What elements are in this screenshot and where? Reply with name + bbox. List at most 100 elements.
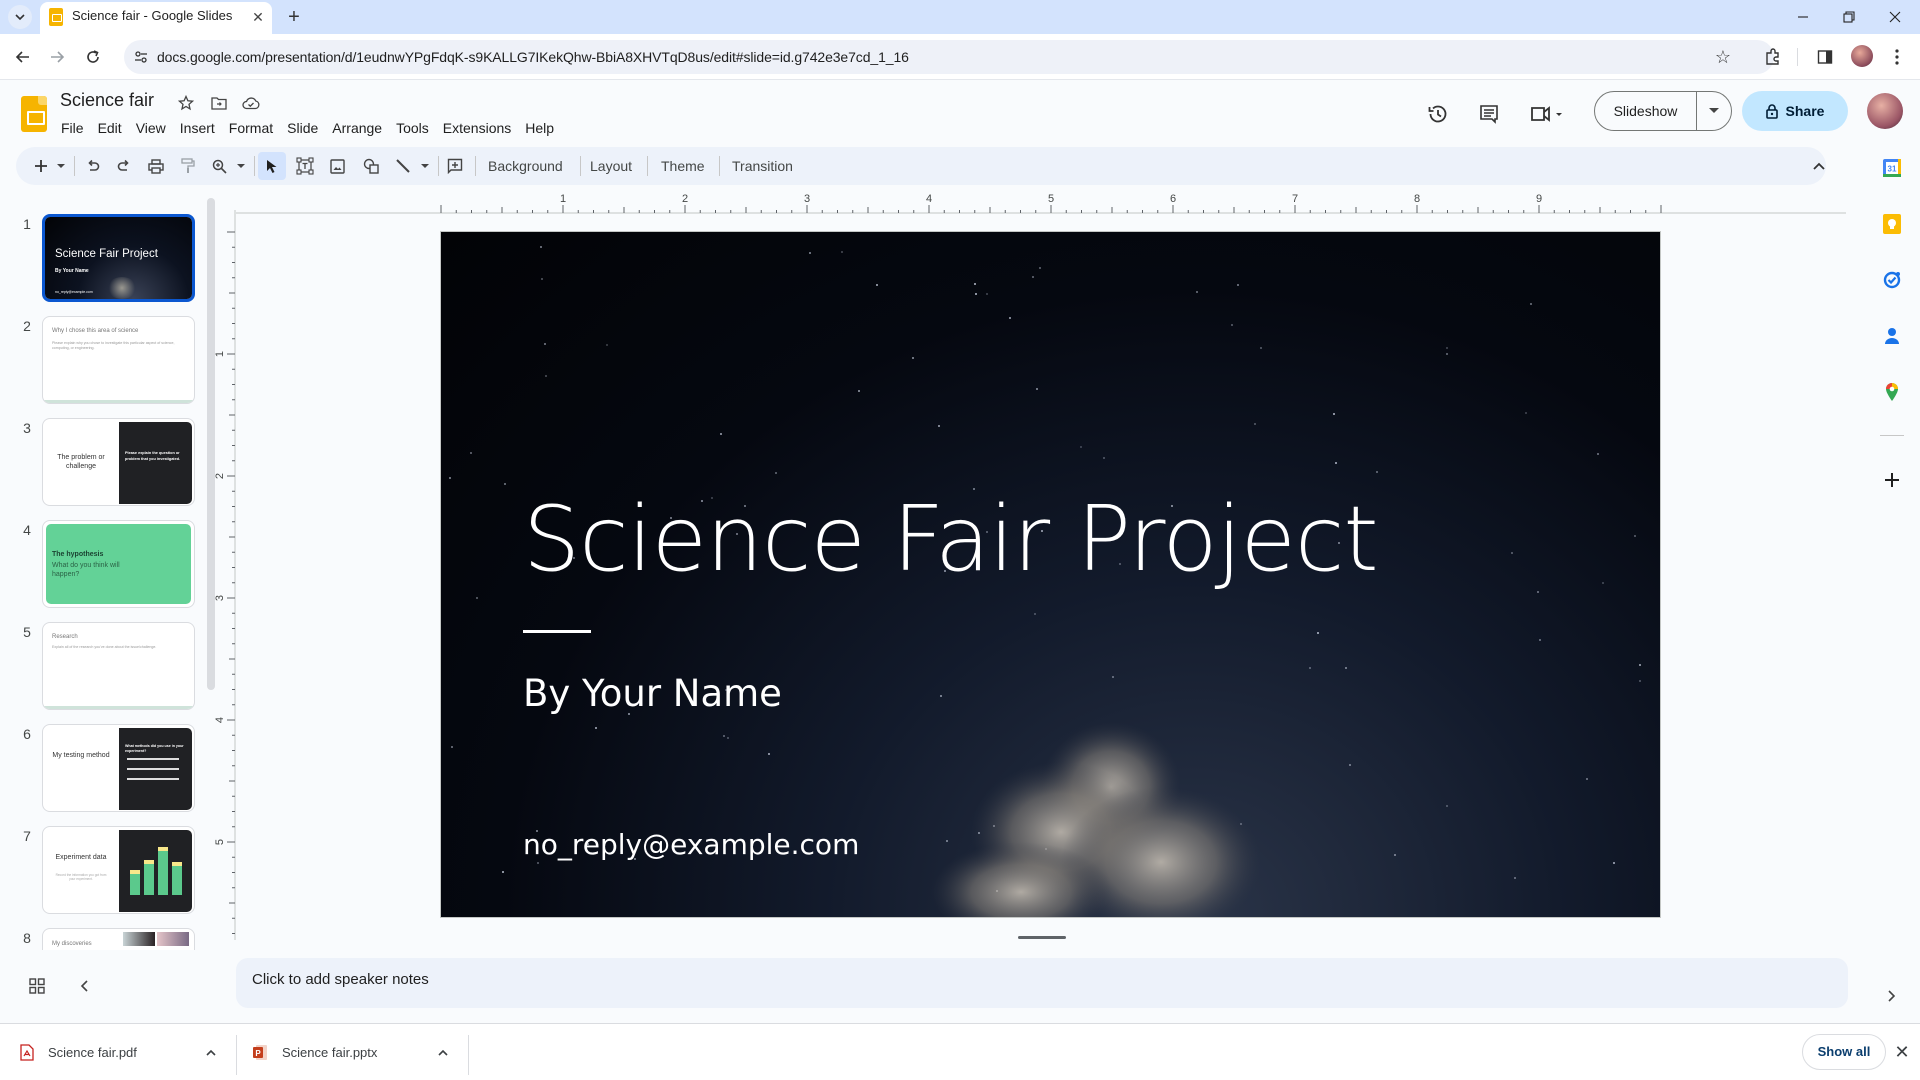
show-side-panel-button[interactable] [1880,984,1904,1008]
menu-insert[interactable]: Insert [173,118,222,138]
slide-thumbnail-5[interactable]: Research Explain all of the research you… [42,622,195,710]
slideshow-options-button[interactable] [1697,108,1731,114]
background-button[interactable]: Background [482,152,569,180]
show-all-downloads-button[interactable]: Show all [1802,1034,1886,1070]
slide-thumbnail-1[interactable]: Science Fair Project By Your Name no_rep… [42,214,195,302]
zoom-button[interactable] [208,152,230,180]
star-dot [911,357,914,360]
star-dot [1230,324,1233,327]
select-tool-button[interactable] [258,152,286,180]
meet-button[interactable] [1522,96,1572,132]
menu-arrange[interactable]: Arrange [325,118,389,138]
maps-app-button[interactable] [1878,378,1906,406]
slide-thumbnail-3[interactable]: The problem or challenge Please explain … [42,418,195,506]
grid-view-button[interactable] [24,973,50,999]
download-options-button[interactable] [206,1049,216,1056]
slide-thumbnail-8[interactable]: My discoveries [42,928,195,950]
menu-tools[interactable]: Tools [389,118,436,138]
url-text[interactable]: docs.google.com/presentation/d/1eudnwYPg… [157,49,909,65]
redo-button[interactable] [113,152,135,180]
comments-button[interactable] [1471,96,1507,132]
download-options-button[interactable] [438,1049,448,1056]
layout-button[interactable]: Layout [584,152,638,180]
close-window-button[interactable] [1872,0,1918,34]
menu-edit[interactable]: Edit [91,118,129,138]
site-info-button[interactable] [131,47,151,67]
text-box-button[interactable] [293,152,317,180]
menu-slide[interactable]: Slide [280,118,325,138]
browser-menu-button[interactable] [1884,44,1910,70]
menu-view[interactable]: View [129,118,173,138]
new-tab-button[interactable]: + [282,5,306,29]
reload-button[interactable] [78,42,108,72]
zoom-dropdown[interactable] [234,152,248,180]
move-button[interactable] [209,93,229,113]
slides-logo-icon[interactable] [21,96,47,132]
menu-help[interactable]: Help [518,118,561,138]
slide-title[interactable]: Science Fair Project [523,487,1379,592]
slide-email[interactable]: no_reply@example.com [523,828,859,861]
keep-app-button[interactable] [1878,210,1906,238]
bookmark-star-icon[interactable]: ☆ [1712,46,1734,68]
star-icon [178,95,194,111]
menu-format[interactable]: Format [222,118,280,138]
line-tool-button[interactable] [392,152,414,180]
menu-file[interactable]: File [54,118,91,138]
calendar-app-button[interactable]: 31 [1878,154,1906,182]
undo-button[interactable] [82,152,104,180]
line-dropdown[interactable] [418,152,432,180]
tasks-app-button[interactable] [1878,266,1906,294]
paint-format-button[interactable] [177,152,199,180]
zoom-in-icon [212,159,227,174]
slide-canvas[interactable]: Science Fair Project By Your Name no_rep… [441,232,1660,917]
add-comment-button[interactable] [444,152,466,180]
star-dot [775,471,778,474]
get-addons-button[interactable] [1878,466,1906,494]
slideshow-button[interactable]: Slideshow [1594,91,1732,131]
download-item-pdf[interactable]: Science fair.pdf [20,1033,220,1071]
slide-thumbnail-7[interactable]: Experiment data Record the information y… [42,826,195,914]
thumb-body: Record the information you got from your… [55,873,107,881]
cursor-arrow-icon [267,159,277,173]
browser-profile-avatar[interactable] [1851,45,1873,67]
new-slide-button[interactable] [30,152,52,180]
share-button[interactable]: Share [1742,91,1848,131]
insert-image-button[interactable] [326,152,348,180]
star-dot [727,737,730,740]
thumb-footer: no_reply@example.com [55,290,93,294]
version-history-button[interactable] [1420,96,1456,132]
slide-thumbnail-6[interactable]: My testing method What methods did you u… [42,724,195,812]
menu-extensions[interactable]: Extensions [436,118,518,138]
back-button[interactable] [8,42,38,72]
slide-subtitle[interactable]: By Your Name [523,672,782,715]
theme-button[interactable]: Theme [655,152,711,180]
slide-thumbnail-2[interactable]: Why I chose this area of science Please … [42,316,195,404]
new-slide-layout-dropdown[interactable] [54,152,68,180]
thumb-title: The problem or challenge [57,454,105,470]
notes-resize-handle[interactable] [1018,936,1066,939]
account-avatar[interactable] [1867,93,1903,129]
shape-button[interactable] [360,152,382,180]
transition-button[interactable]: Transition [726,152,799,180]
tab-close-icon[interactable]: ✕ [248,7,268,27]
thumb-title: Science Fair Project [55,248,158,260]
extensions-button[interactable] [1760,44,1786,70]
slideshow-label[interactable]: Slideshow [1595,92,1697,130]
speaker-notes[interactable] [236,958,1848,1008]
cloud-status-button[interactable] [241,93,261,113]
download-item-pptx[interactable]: P Science fair.pptx [252,1033,452,1071]
forward-button[interactable] [42,42,72,72]
star-button[interactable] [176,93,196,113]
document-title[interactable]: Science fair [60,90,154,111]
hide-menus-button[interactable] [1808,152,1830,180]
contacts-app-button[interactable] [1878,322,1906,350]
print-button[interactable] [145,152,167,180]
side-panel-button[interactable] [1812,44,1838,70]
speaker-notes-placeholder[interactable]: Click to add speaker notes [252,971,429,988]
close-download-shelf-button[interactable]: ✕ [1890,1040,1914,1064]
tab-search-button[interactable] [8,5,32,29]
slide-thumbnail-4[interactable]: The hypothesis What do you think will ha… [42,520,195,608]
collapse-filmstrip-button[interactable] [72,973,96,999]
restore-button[interactable] [1826,0,1872,34]
minimize-button[interactable] [1780,0,1826,34]
